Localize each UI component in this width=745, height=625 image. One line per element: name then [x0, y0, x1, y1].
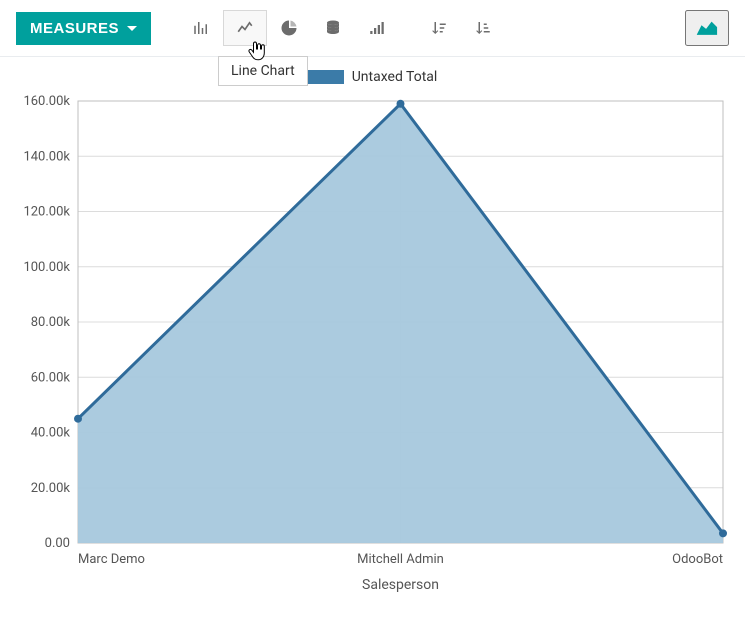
- svg-text:0.00: 0.00: [45, 536, 70, 551]
- area-chart-icon: [696, 19, 718, 37]
- svg-text:20.00k: 20.00k: [31, 481, 71, 496]
- svg-text:160.00k: 160.00k: [23, 94, 70, 109]
- sort-asc-icon: [474, 19, 492, 37]
- legend-swatch: [308, 70, 344, 84]
- chart: 0.00 20.00k 40.00k 60.00k 80.00k 100.00k 120.0…: [0, 91, 745, 601]
- tooltip-text: Line Chart: [231, 63, 295, 79]
- svg-text:80.00k: 80.00k: [31, 315, 71, 330]
- svg-text:Mitchell Admin: Mitchell Admin: [357, 552, 444, 567]
- tooltip: Line Chart: [218, 56, 308, 86]
- svg-text:60.00k: 60.00k: [31, 370, 71, 385]
- line-chart-icon: [236, 19, 254, 37]
- svg-text:Marc Demo: Marc Demo: [78, 552, 145, 567]
- sort-asc-button[interactable]: [461, 10, 505, 46]
- grouped-chart-button[interactable]: [355, 10, 399, 46]
- bar-chart-icon: [192, 19, 210, 37]
- legend-label: Untaxed Total: [352, 69, 438, 85]
- svg-text:40.00k: 40.00k: [31, 426, 71, 441]
- svg-text:140.00k: 140.00k: [23, 149, 70, 164]
- area-chart-button[interactable]: [685, 10, 729, 46]
- bar-chart-button[interactable]: [179, 10, 223, 46]
- svg-text:OdooBot: OdooBot: [672, 552, 723, 567]
- pie-chart-button[interactable]: [267, 10, 311, 46]
- measures-label: MEASURES: [30, 20, 119, 37]
- sort-desc-icon: [430, 19, 448, 37]
- stacked-chart-button[interactable]: [311, 10, 355, 46]
- signal-icon: [368, 19, 386, 37]
- line-chart-button[interactable]: [223, 10, 267, 46]
- svg-text:100.00k: 100.00k: [23, 260, 70, 275]
- sort-group: [417, 10, 505, 46]
- toolbar: MEASURES Line Chart: [0, 0, 745, 57]
- legend: Untaxed Total: [0, 57, 745, 91]
- measures-button[interactable]: MEASURES: [16, 12, 151, 45]
- database-icon: [324, 19, 342, 37]
- svg-text:120.00k: 120.00k: [23, 205, 70, 220]
- caret-down-icon: [127, 26, 137, 31]
- chart-type-group: [179, 10, 399, 46]
- svg-text:Salesperson: Salesperson: [362, 577, 439, 593]
- sort-desc-button[interactable]: [417, 10, 461, 46]
- pie-chart-icon: [280, 19, 298, 37]
- chart-svg: 0.00 20.00k 40.00k 60.00k 80.00k 100.00k 120.0…: [0, 91, 745, 601]
